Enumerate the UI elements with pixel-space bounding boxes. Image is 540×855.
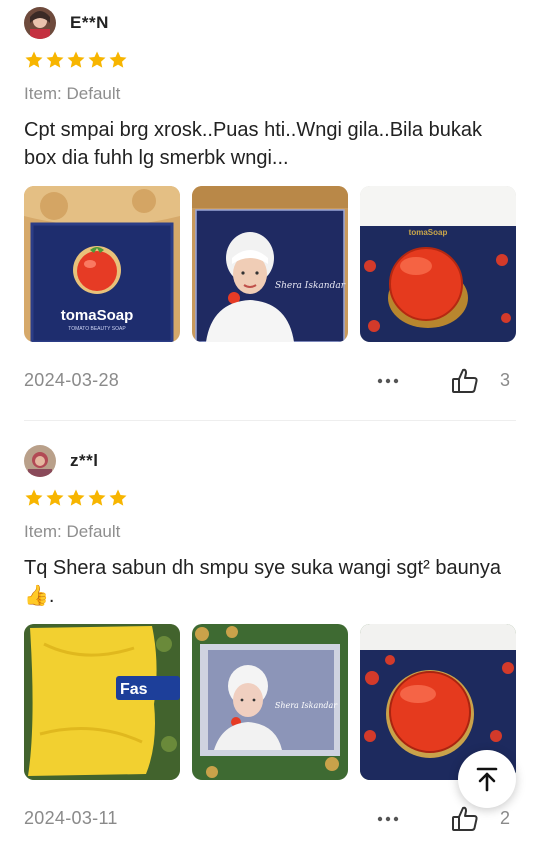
more-dots-icon[interactable]: [374, 366, 402, 394]
item-variant: Item: Default: [24, 522, 121, 541]
review-date: 2024-03-28: [24, 370, 120, 390]
back-to-top-icon: [476, 767, 498, 792]
review-text: Tq Shera sabun dh smpu sye suka wangi sg…: [24, 557, 501, 607]
divider: [24, 420, 516, 421]
star-icon: [46, 51, 64, 68]
like-count: 3: [500, 370, 511, 390]
review-date: 2024-03-11: [24, 808, 118, 828]
username: E**N: [70, 13, 109, 32]
review-header: z**l: [24, 444, 98, 478]
star-icon: [109, 51, 127, 68]
review-photo[interactable]: tomaSoap: [360, 186, 516, 342]
avatar[interactable]: [24, 445, 56, 477]
review-photo[interactable]: Fas: [24, 624, 180, 780]
star-icon: [109, 489, 127, 506]
thumbs-up-icon[interactable]: [450, 366, 480, 396]
thumbs-up-icon[interactable]: [450, 804, 480, 834]
brand-text: tomaSoap: [61, 307, 134, 324]
review-photo[interactable]: tomaSoap TOMATO BEAUTY SOAP: [24, 186, 180, 342]
more-dots-icon[interactable]: [374, 804, 402, 832]
star-icon: [46, 489, 64, 506]
box-brand-text: tomaSoap: [409, 228, 448, 237]
review-footer: 2024-03-28 3: [24, 366, 514, 398]
star-rating: [24, 50, 128, 70]
star-rating: [24, 488, 128, 508]
like-count: 2: [500, 808, 511, 828]
star-icon: [67, 489, 85, 506]
review-photos: Fas Shera Iskandar: [24, 624, 516, 780]
avatar[interactable]: [24, 7, 56, 39]
caption-text: TOMATO BEAUTY SOAP: [68, 326, 126, 332]
star-icon: [25, 51, 43, 68]
review-header: E**N: [24, 6, 109, 40]
review-photos: tomaSoap TOMATO BEAUTY SOAP Shera Iskand…: [24, 186, 516, 342]
review-footer: 2024-03-11 2: [24, 804, 514, 836]
review-photo[interactable]: Shera Iskandar: [192, 624, 348, 780]
star-icon: [67, 51, 85, 68]
item-variant: Item: Default: [24, 84, 121, 103]
username: z**l: [70, 451, 99, 470]
review-text: Cpt smpai brg xrosk..Puas hti..Wngi gila…: [24, 119, 482, 169]
star-icon: [88, 489, 106, 506]
signature-text: Shera Iskandar: [275, 701, 338, 710]
star-icon: [88, 51, 106, 68]
back-to-top-button[interactable]: [458, 750, 516, 808]
star-icon: [25, 489, 43, 506]
review-photo[interactable]: Shera Iskandar: [192, 186, 348, 342]
signature-text: Shera Iskandar: [275, 281, 346, 291]
package-text: Fas: [120, 681, 148, 698]
